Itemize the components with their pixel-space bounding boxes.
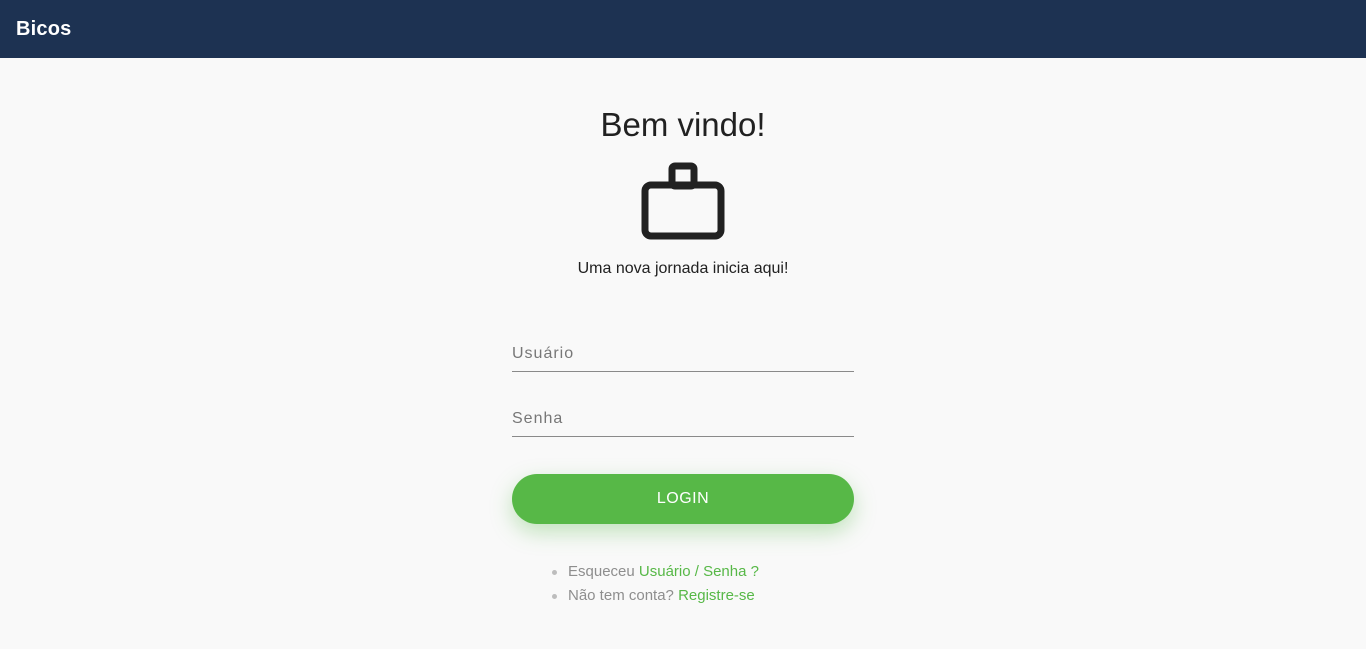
username-input[interactable] — [512, 336, 854, 371]
register-link[interactable]: Registre-se — [678, 584, 755, 608]
list-item: Esqueceu Usuário / Senha ? — [552, 560, 759, 584]
bullet-icon — [552, 569, 557, 575]
forgot-prefix-text: Esqueceu — [568, 563, 639, 580]
help-links-list: Esqueceu Usuário / Senha ? Não tem conta… — [552, 560, 759, 608]
brand-logo-text[interactable]: Bicos — [16, 18, 71, 41]
forgot-credentials-link[interactable]: Usuário / Senha ? — [639, 560, 759, 584]
login-button[interactable]: LOGIN — [512, 474, 854, 524]
bullet-icon — [552, 593, 557, 599]
password-field-container — [512, 401, 854, 437]
top-navbar: Bicos — [0, 0, 1366, 58]
page-title: Bem vindo! — [600, 106, 766, 143]
briefcase-icon — [641, 162, 725, 240]
username-field-container — [512, 336, 854, 372]
login-page: Bem vindo! Uma nova jornada inicia aqui!… — [0, 58, 1366, 649]
list-item: Não tem conta? Registre-se — [552, 584, 759, 608]
password-input[interactable] — [512, 401, 854, 436]
register-prefix-text: Não tem conta? — [568, 587, 679, 604]
page-subtitle: Uma nova jornada inicia aqui! — [577, 260, 789, 277]
